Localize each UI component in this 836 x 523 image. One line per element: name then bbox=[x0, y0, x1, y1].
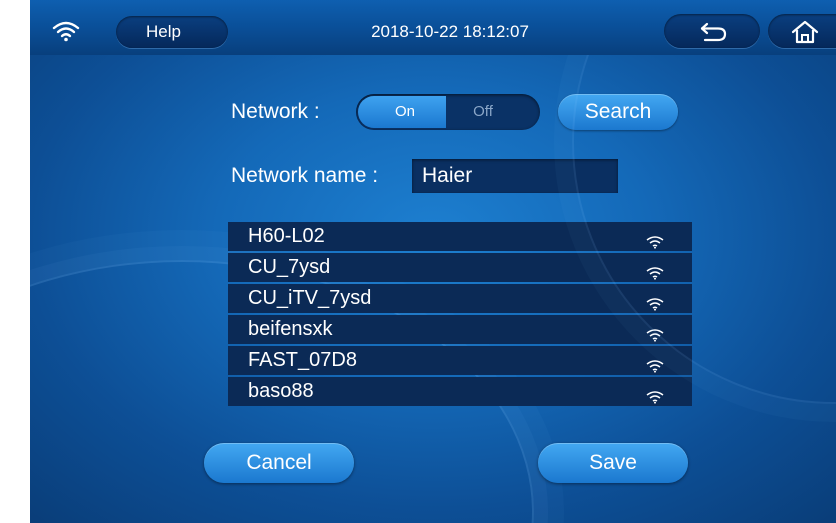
network-ssid: CU_iTV_7ysd bbox=[248, 287, 372, 309]
wifi-signal-icon bbox=[646, 353, 664, 373]
wifi-icon bbox=[52, 20, 80, 42]
network-ssid: FAST_07D8 bbox=[248, 349, 357, 371]
network-list-item[interactable]: baso88 bbox=[228, 377, 692, 406]
wifi-signal-icon bbox=[646, 291, 664, 311]
network-name-label: Network name : bbox=[231, 164, 379, 187]
network-list[interactable]: H60-L02 CU_7ysd CU_iTV_7ysd beifensxk FA… bbox=[228, 222, 692, 408]
network-label: Network : bbox=[231, 100, 320, 123]
search-button[interactable]: Search bbox=[558, 94, 678, 130]
wifi-signal-icon bbox=[646, 229, 664, 249]
network-ssid: baso88 bbox=[248, 380, 314, 402]
network-ssid: H60-L02 bbox=[248, 225, 325, 247]
back-button[interactable] bbox=[664, 14, 760, 48]
network-off-option[interactable]: Off bbox=[448, 96, 538, 128]
save-button[interactable]: Save bbox=[538, 443, 688, 483]
top-bar: Help 2018-10-22 18:12:07 bbox=[30, 0, 836, 55]
network-list-item[interactable]: FAST_07D8 bbox=[228, 346, 692, 375]
network-list-item[interactable]: beifensxk bbox=[228, 315, 692, 344]
network-list-item[interactable]: H60-L02 bbox=[228, 222, 692, 251]
network-ssid: beifensxk bbox=[248, 318, 333, 340]
datetime-display: 2018-10-22 18:12:07 bbox=[371, 22, 529, 41]
wifi-signal-icon bbox=[646, 260, 664, 280]
home-button[interactable] bbox=[768, 14, 836, 48]
network-list-item[interactable]: CU_iTV_7ysd bbox=[228, 284, 692, 313]
wifi-settings-screen: Help 2018-10-22 18:12:07 Network : On Of bbox=[30, 0, 836, 523]
network-list-item[interactable]: CU_7ysd bbox=[228, 253, 692, 282]
network-on-option[interactable]: On bbox=[358, 96, 446, 128]
network-toggle[interactable]: On Off bbox=[356, 94, 540, 130]
help-button[interactable]: Help bbox=[116, 16, 228, 48]
wifi-signal-icon bbox=[646, 322, 664, 342]
wifi-signal-icon bbox=[646, 384, 664, 404]
network-name-field[interactable]: Haier bbox=[412, 159, 618, 193]
network-ssid: CU_7ysd bbox=[248, 256, 331, 278]
cancel-button[interactable]: Cancel bbox=[204, 443, 354, 483]
